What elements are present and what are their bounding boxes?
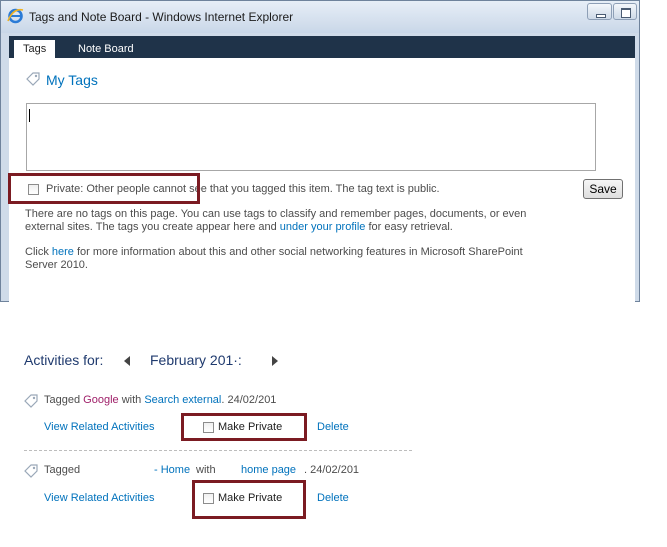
view-related-activities-link[interactable]: View Related Activities xyxy=(44,421,154,433)
click-prefix: Click xyxy=(25,246,52,258)
no-tags-line-2-end: for easy retrieval. xyxy=(365,221,453,233)
activity-tag-link[interactable]: Google xyxy=(83,394,118,406)
activity-divider xyxy=(24,450,412,451)
minimize-icon xyxy=(596,14,606,18)
no-tags-text: There are no tags on this page. You can … xyxy=(25,208,625,234)
activity-target-link[interactable]: home page xyxy=(241,464,296,476)
activity-tagged-text: Tagged xyxy=(44,394,84,406)
more-info-line-2: Server 2010. xyxy=(25,259,88,271)
text-caret xyxy=(29,109,30,122)
my-tags-title: My Tags xyxy=(46,72,98,88)
maximize-button[interactable] xyxy=(613,3,637,20)
tag-icon xyxy=(26,72,40,86)
activity-tagged-text: Tagged xyxy=(44,464,81,476)
delete-link[interactable]: Delete xyxy=(317,421,349,433)
save-button[interactable]: Save xyxy=(583,179,623,199)
under-your-profile-link[interactable]: under your profile xyxy=(280,221,366,233)
window-title: Tags and Note Board - Windows Internet E… xyxy=(29,10,294,24)
tag-icon xyxy=(24,464,38,478)
title-bar: Tags and Note Board - Windows Internet E… xyxy=(1,1,639,33)
here-link[interactable]: here xyxy=(52,246,74,258)
activity-date: . 24/02/201 xyxy=(304,464,360,476)
activity-with-text: with xyxy=(196,464,216,476)
highlight-make-private xyxy=(192,480,306,519)
activities-month: February 201·: xyxy=(150,352,242,368)
more-info-line-1: for more information about this and othe… xyxy=(73,246,523,258)
activity-line-1: Tagged Google with Search external. 24/0… xyxy=(44,394,276,406)
previous-month-arrow-icon[interactable] xyxy=(124,356,130,366)
ie-logo-icon xyxy=(7,8,24,24)
view-related-activities-link[interactable]: View Related Activities xyxy=(44,492,154,504)
activities-title: Activities for: xyxy=(24,352,104,368)
no-tags-line-2: external sites. The tags you create appe… xyxy=(25,221,280,233)
tag-input[interactable] xyxy=(26,103,596,171)
highlight-make-private xyxy=(181,413,307,441)
tag-icon xyxy=(24,394,38,408)
maximize-icon xyxy=(621,8,631,18)
no-tags-line-1: There are no tags on this page. You can … xyxy=(25,208,527,220)
highlight-private-option xyxy=(8,173,200,204)
tab-note-board[interactable]: Note Board xyxy=(69,40,143,58)
minimize-button[interactable] xyxy=(587,3,612,20)
next-month-arrow-icon[interactable] xyxy=(272,356,278,366)
activity-date: . 24/02/201 xyxy=(221,394,277,406)
activity-target-link[interactable]: Search external xyxy=(144,394,221,406)
activity-tag-link[interactable]: - Home xyxy=(154,464,190,476)
tab-bar: Tags Note Board xyxy=(9,36,635,58)
dialog-window: Tags and Note Board - Windows Internet E… xyxy=(0,0,640,302)
tab-tags[interactable]: Tags xyxy=(14,40,56,58)
activity-with-text: with xyxy=(118,394,145,406)
delete-link[interactable]: Delete xyxy=(317,492,349,504)
more-info-text: Click here for more information about th… xyxy=(25,246,625,272)
